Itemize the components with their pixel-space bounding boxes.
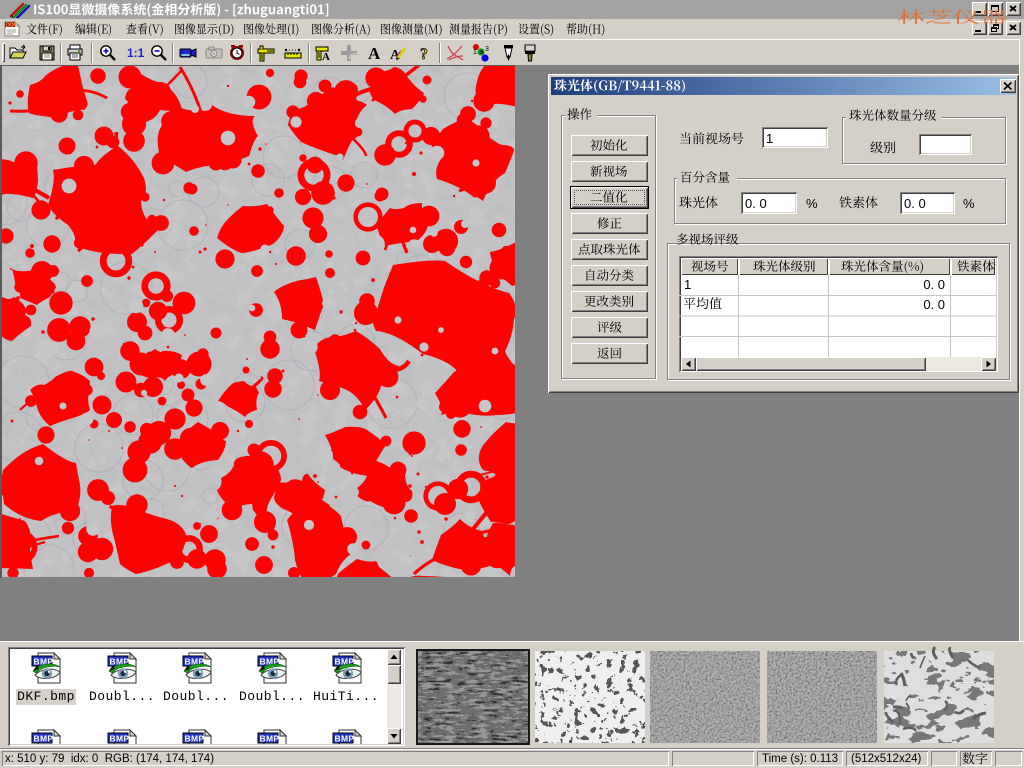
svg-text:a: a bbox=[480, 49, 484, 56]
svg-text:DOC: DOC bbox=[6, 23, 18, 29]
svg-text:1: 1 bbox=[473, 49, 477, 56]
svg-text:1:1: 1:1 bbox=[127, 46, 144, 60]
svg-text:A: A bbox=[368, 44, 381, 62]
svg-text:BMP: BMP bbox=[184, 734, 204, 744]
svg-text:BMP: BMP bbox=[34, 734, 54, 744]
svg-text:?: ? bbox=[420, 46, 428, 62]
svg-text:3: 3 bbox=[485, 46, 489, 53]
svg-text:BMP: BMP bbox=[334, 734, 354, 744]
svg-text:BMP: BMP bbox=[109, 734, 129, 744]
svg-text:BMP: BMP bbox=[259, 734, 279, 744]
svg-text:A: A bbox=[322, 51, 330, 62]
